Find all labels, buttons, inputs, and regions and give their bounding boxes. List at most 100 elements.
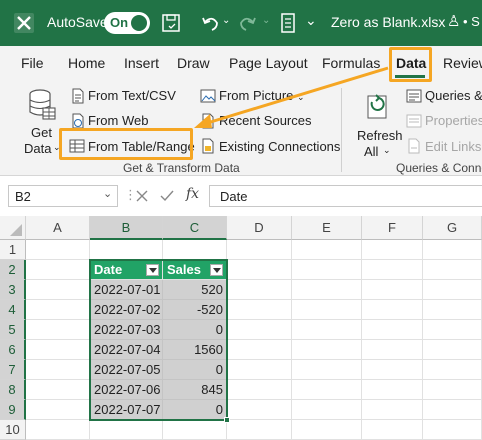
fill-handle[interactable] (224, 417, 230, 423)
grid-cell[interactable] (362, 320, 423, 340)
filter-dropdown-icon[interactable] (210, 264, 223, 276)
column-header-e[interactable]: E (292, 216, 362, 240)
redo-dropdown-icon[interactable]: ⌄ (262, 15, 270, 26)
grid-cell[interactable] (227, 280, 292, 300)
column-header-d[interactable]: D (227, 216, 292, 240)
row-header-7[interactable]: 7 (0, 360, 26, 380)
grid-cell[interactable] (227, 400, 292, 420)
table-cell-sales[interactable]: 0 (163, 320, 227, 340)
table-cell-sales[interactable]: -520 (163, 300, 227, 320)
row-header-10[interactable]: 10 (0, 420, 26, 440)
table-cell-sales[interactable]: 1560 (163, 340, 227, 360)
tab-home[interactable]: Home (68, 55, 105, 71)
get-data-button[interactable]: Get Data ⌄ (18, 86, 64, 158)
grid-cell[interactable] (362, 260, 423, 280)
table-header-date[interactable]: Date (90, 260, 163, 280)
row-header-2[interactable]: 2 (0, 260, 26, 280)
grid-cell[interactable] (362, 280, 423, 300)
grid-cell[interactable] (423, 400, 482, 420)
table-cell-sales[interactable]: 520 (163, 280, 227, 300)
grid-cell[interactable] (292, 260, 362, 280)
grid-cell[interactable] (227, 300, 292, 320)
from-text-csv-button[interactable]: From Text/CSV (88, 88, 176, 103)
row-header-3[interactable]: 3 (0, 280, 26, 300)
grid-cell[interactable] (292, 380, 362, 400)
redo-icon[interactable] (238, 13, 258, 33)
grid-cell[interactable] (423, 360, 482, 380)
grid-cell[interactable] (423, 300, 482, 320)
table-cell-date[interactable]: 2022-07-05 (90, 360, 163, 380)
grid-cell[interactable] (362, 240, 423, 260)
grid-cell[interactable] (26, 320, 90, 340)
grid-cell[interactable] (26, 400, 90, 420)
edit-links-button[interactable]: Edit Links (425, 139, 481, 154)
row-header-5[interactable]: 5 (0, 320, 26, 340)
name-box-dropdown-icon[interactable]: ⌄ (103, 187, 112, 200)
grid-cell[interactable] (292, 320, 362, 340)
account-icon[interactable]: ♙ (447, 12, 460, 30)
undo-dropdown-icon[interactable]: ⌄ (222, 15, 230, 26)
table-cell-date[interactable]: 2022-07-07 (90, 400, 163, 420)
name-box[interactable]: B2 ⌄ (8, 185, 118, 207)
worksheet-grid[interactable]: A B C D E F G 1 2 3 4 5 6 7 8 9 10 Date … (0, 216, 482, 440)
column-header-g[interactable]: G (423, 216, 482, 240)
grid-cell[interactable] (227, 320, 292, 340)
column-header-a[interactable]: A (26, 216, 90, 240)
column-header-b[interactable]: B (90, 216, 163, 240)
table-header-sales[interactable]: Sales (163, 260, 227, 280)
tab-file[interactable]: File (21, 55, 44, 71)
grid-cell[interactable] (362, 400, 423, 420)
grid-cell[interactable] (292, 300, 362, 320)
grid-cell[interactable] (227, 380, 292, 400)
grid-cell[interactable] (26, 340, 90, 360)
grid-cell[interactable] (227, 340, 292, 360)
grid-cell[interactable] (26, 280, 90, 300)
grid-cell[interactable] (26, 420, 90, 440)
table-cell-sales[interactable]: 0 (163, 400, 227, 420)
grid-cell[interactable] (362, 420, 423, 440)
grid-cell[interactable] (292, 340, 362, 360)
grid-cell[interactable] (423, 380, 482, 400)
row-header-8[interactable]: 8 (0, 380, 26, 400)
grid-cell[interactable] (423, 320, 482, 340)
grid-cell[interactable] (26, 360, 90, 380)
grid-cell[interactable] (292, 360, 362, 380)
tab-insert[interactable]: Insert (124, 55, 159, 71)
grid-cell[interactable] (163, 240, 227, 260)
save-icon[interactable] (161, 13, 181, 33)
grid-cell[interactable] (227, 260, 292, 280)
grid-cell[interactable] (423, 420, 482, 440)
table-cell-date[interactable]: 2022-07-01 (90, 280, 163, 300)
grid-cell[interactable] (362, 300, 423, 320)
grid-cell[interactable] (26, 260, 90, 280)
grid-cell[interactable] (362, 360, 423, 380)
queries-connections-button[interactable]: Queries & C (425, 88, 482, 103)
enter-check-icon[interactable] (160, 190, 174, 202)
row-header-6[interactable]: 6 (0, 340, 26, 360)
grid-cell[interactable] (90, 420, 163, 440)
grid-cell[interactable] (292, 420, 362, 440)
insert-function-icon[interactable]: fx (186, 186, 199, 202)
autosave-toggle[interactable]: On (104, 12, 150, 34)
grid-cell[interactable] (292, 400, 362, 420)
grid-cell[interactable] (423, 260, 482, 280)
customize-qat-icon[interactable]: ⌄ (305, 12, 317, 29)
from-web-button[interactable]: From Web (88, 113, 148, 128)
form-icon[interactable] (280, 13, 296, 33)
filter-dropdown-icon[interactable] (146, 264, 159, 276)
row-header-9[interactable]: 9 (0, 400, 26, 420)
formula-input[interactable]: Date (209, 185, 482, 207)
grid-cell[interactable] (163, 420, 227, 440)
row-header-4[interactable]: 4 (0, 300, 26, 320)
grid-cell[interactable] (423, 240, 482, 260)
table-cell-date[interactable]: 2022-07-02 (90, 300, 163, 320)
table-cell-date[interactable]: 2022-07-03 (90, 320, 163, 340)
grid-cell[interactable] (362, 380, 423, 400)
grid-cell[interactable] (227, 360, 292, 380)
tab-review[interactable]: Review (443, 55, 482, 71)
table-cell-sales[interactable]: 845 (163, 380, 227, 400)
grid-cell[interactable] (26, 380, 90, 400)
grid-cell[interactable] (227, 240, 292, 260)
grid-cell[interactable] (292, 240, 362, 260)
undo-icon[interactable] (200, 13, 220, 33)
